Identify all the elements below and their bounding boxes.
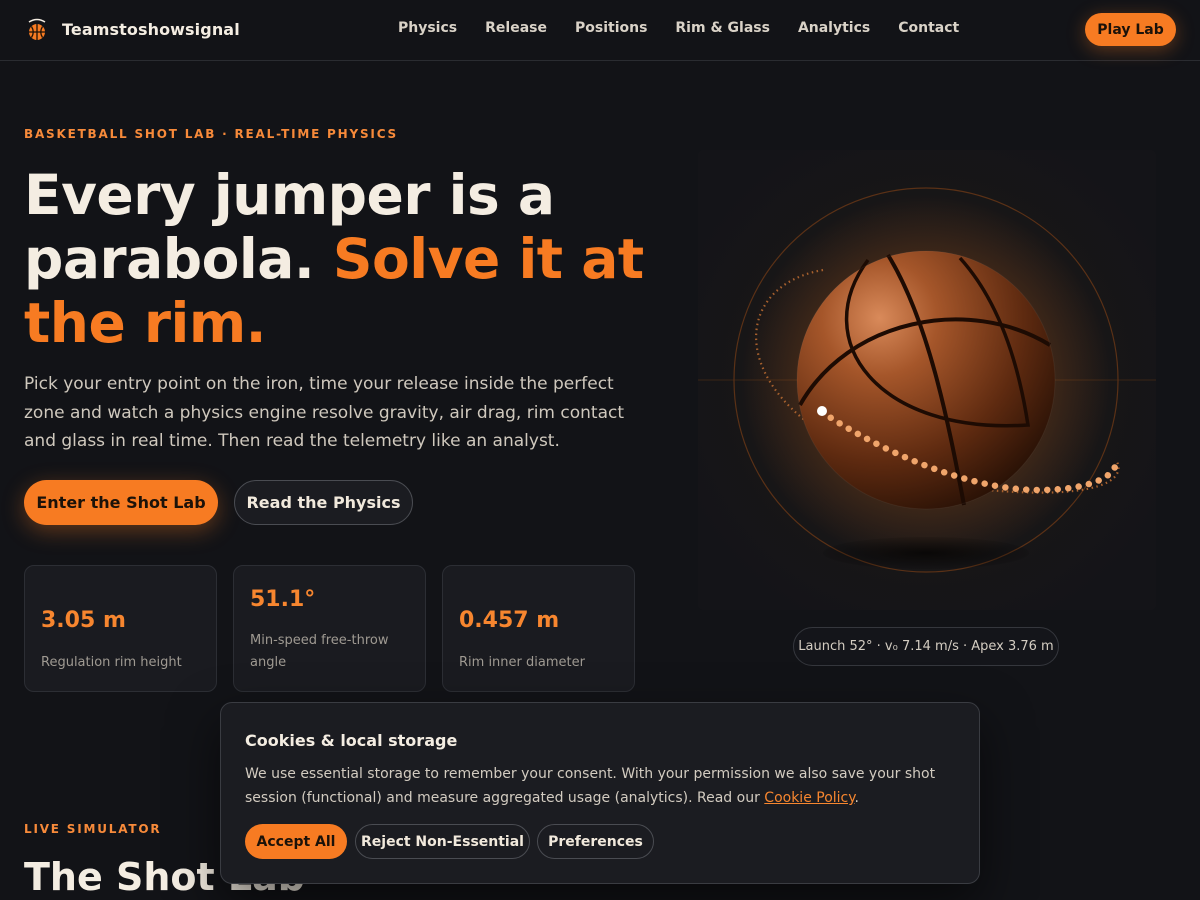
- cookie-title: Cookies & local storage: [245, 731, 458, 750]
- nav-link-physics[interactable]: Physics: [398, 20, 457, 36]
- stat-label: Rim inner diameter: [459, 655, 585, 670]
- stat-label: Min-speed free-throw angle: [250, 633, 389, 670]
- accept-all-button[interactable]: Accept All: [245, 824, 347, 859]
- cookie-text-end: .: [854, 790, 859, 806]
- nav-link-positions[interactable]: Positions: [575, 20, 647, 36]
- top-navbar: Teamstoshowsignal Physics Release Positi…: [0, 0, 1200, 61]
- basketball: [797, 251, 1055, 509]
- ball-release-point: [817, 406, 827, 416]
- cookie-text: We use essential storage to remember you…: [245, 762, 945, 810]
- preferences-button[interactable]: Preferences: [537, 824, 654, 859]
- hero-title: Every jumper is a parabola. Solve it at …: [24, 163, 644, 355]
- section-eyebrow: LIVE SIMULATOR: [24, 822, 162, 836]
- basketball-logo-icon: [28, 18, 46, 40]
- nav-link-analytics[interactable]: Analytics: [798, 20, 870, 36]
- nav-link-contact[interactable]: Contact: [898, 20, 959, 36]
- stat-value: 3.05 m: [41, 608, 126, 633]
- launch-readout: Launch 52° · v₀ 7.14 m/s · Apex 3.76 m: [793, 627, 1059, 666]
- cookie-banner: Cookies & local storage We use essential…: [220, 702, 980, 884]
- hero-description: Pick your entry point on the iron, time …: [24, 374, 624, 451]
- hero-eyebrow: BASKETBALL SHOT LAB · REAL-TIME PHYSICS: [24, 127, 398, 141]
- reject-non-essential-button[interactable]: Reject Non-Essential: [355, 824, 530, 859]
- enter-shot-lab-button[interactable]: Enter the Shot Lab: [24, 480, 218, 525]
- cookie-policy-link[interactable]: Cookie Policy: [764, 790, 854, 806]
- brand-name: Teamstoshowsignal: [62, 19, 240, 39]
- read-physics-button[interactable]: Read the Physics: [234, 480, 413, 525]
- stat-card-rim-diameter: 0.457 m Rim inner diameter: [442, 565, 635, 692]
- ball-shadow: [823, 537, 1029, 569]
- play-lab-button[interactable]: Play Lab: [1085, 13, 1176, 46]
- nav-link-release[interactable]: Release: [485, 20, 547, 36]
- stat-value: 51.1°: [250, 587, 316, 612]
- stat-label: Regulation rim height: [41, 655, 182, 670]
- nav-links: Physics Release Positions Rim & Glass An…: [398, 20, 987, 36]
- nav-link-rim-glass[interactable]: Rim & Glass: [675, 20, 770, 36]
- stat-card-free-throw-angle: 51.1° Min-speed free-throw angle: [233, 565, 426, 692]
- basketball-trajectory-visual: [698, 150, 1156, 610]
- stat-card-rim-height: 3.05 m Regulation rim height: [24, 565, 217, 692]
- stat-value: 0.457 m: [459, 608, 560, 633]
- brand[interactable]: Teamstoshowsignal: [26, 17, 240, 41]
